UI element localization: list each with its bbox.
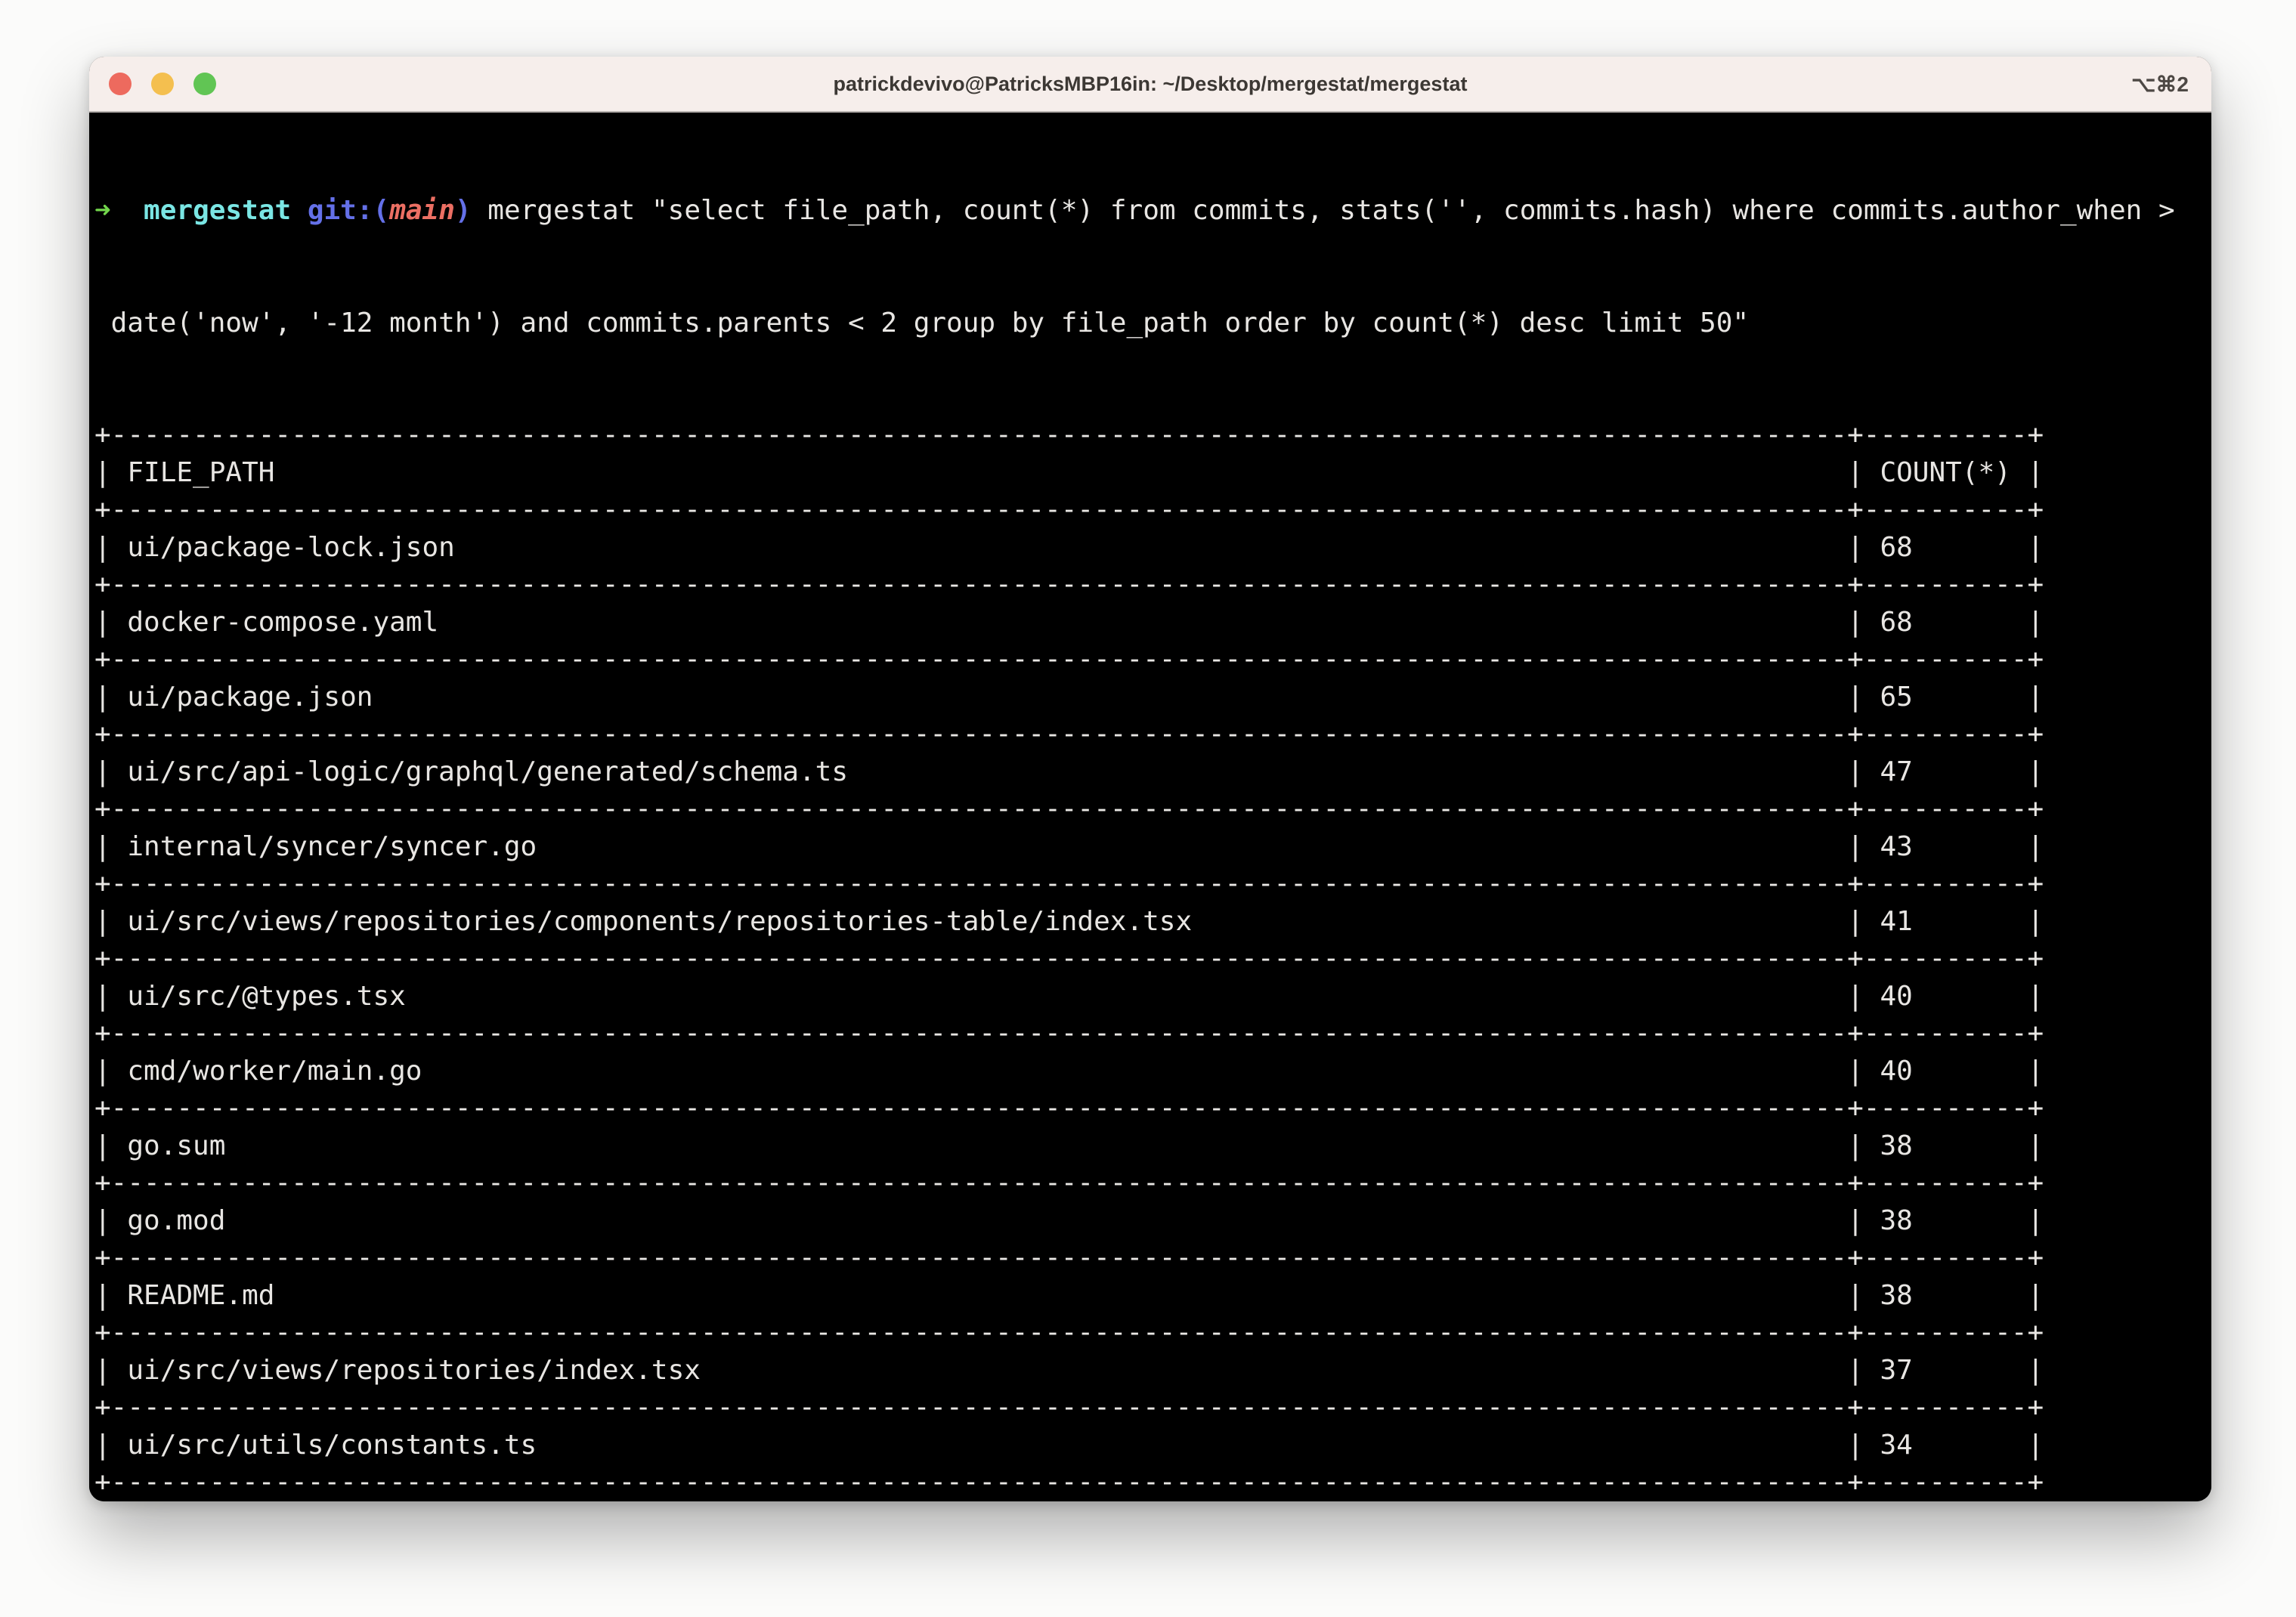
prompt-segment: mergestat "select file_path, count(*) fr… (487, 195, 2174, 226)
table-row: | cmd/worker/main.go | 40 | (94, 1053, 2211, 1090)
table-border: +---------------------------------------… (94, 1239, 2211, 1277)
window-title: patrickdevivo@PatricksMBP16in: ~/Desktop… (89, 73, 2211, 96)
table-border: +---------------------------------------… (94, 1090, 2211, 1127)
table-border: +---------------------------------------… (94, 940, 2211, 978)
titlebar[interactable]: patrickdevivo@PatricksMBP16in: ~/Desktop… (89, 57, 2211, 113)
table-row: | ui/src/views/repositories/index.tsx | … (94, 1352, 2211, 1390)
window-shortcut-badge: ⌥⌘2 (2131, 57, 2189, 111)
prompt-segment: mergestat (144, 195, 291, 226)
table-border: +---------------------------------------… (94, 790, 2211, 828)
table-row: | ui/src/views/repositories/components/r… (94, 903, 2211, 941)
table-border: +---------------------------------------… (94, 1389, 2211, 1427)
terminal-screen[interactable]: ➜ mergestat git:(main) mergestat "select… (89, 113, 2211, 1501)
table-border: +---------------------------------------… (94, 1164, 2211, 1202)
table-border: +---------------------------------------… (94, 1314, 2211, 1352)
prompt-segment: git:( (308, 195, 389, 226)
table-row: | ui/src/api-logic/graphql/generated/sch… (94, 753, 2211, 791)
table-border: +---------------------------------------… (94, 491, 2211, 529)
table-border: +---------------------------------------… (94, 716, 2211, 753)
table-row: | ui/package-lock.json | 68 | (94, 529, 2211, 567)
prompt-segment (111, 195, 144, 226)
table-border: +---------------------------------------… (94, 641, 2211, 679)
command-line-wrap: date('now', '-12 month') and commits.par… (94, 305, 2211, 342)
prompt-segment: ➜ (94, 195, 111, 226)
table-row: | go.sum | 38 | (94, 1127, 2211, 1165)
table-border: +---------------------------------------… (94, 865, 2211, 903)
prompt-line: ➜ mergestat git:(main) mergestat "select… (94, 192, 2211, 230)
query-output-table: +---------------------------------------… (94, 416, 2211, 1501)
prompt-segment: ) (455, 195, 472, 226)
prompt-segment: main (389, 195, 455, 226)
table-row: | README.md | 38 | (94, 1277, 2211, 1315)
table-border: +---------------------------------------… (94, 566, 2211, 604)
table-row: | ui/src/utils/constants.ts | 34 | (94, 1427, 2211, 1464)
terminal-window: patrickdevivo@PatricksMBP16in: ~/Desktop… (89, 57, 2211, 1501)
table-row: | go.mod | 38 | (94, 1202, 2211, 1240)
table-header-row: | FILE_PATH | COUNT(*) | (94, 454, 2211, 492)
prompt-segment (291, 195, 308, 226)
table-row: | internal/db/queries.sql.go | 34 | (94, 1501, 2211, 1502)
table-row: | ui/src/@types.tsx | 40 | (94, 978, 2211, 1016)
table-row: | docker-compose.yaml | 68 | (94, 604, 2211, 642)
table-row: | ui/package.json | 65 | (94, 679, 2211, 716)
table-border: +---------------------------------------… (94, 1464, 2211, 1501)
table-border: +---------------------------------------… (94, 416, 2211, 454)
table-border: +---------------------------------------… (94, 1015, 2211, 1053)
table-row: | internal/syncer/syncer.go | 43 | (94, 828, 2211, 866)
prompt-segment (472, 195, 488, 226)
